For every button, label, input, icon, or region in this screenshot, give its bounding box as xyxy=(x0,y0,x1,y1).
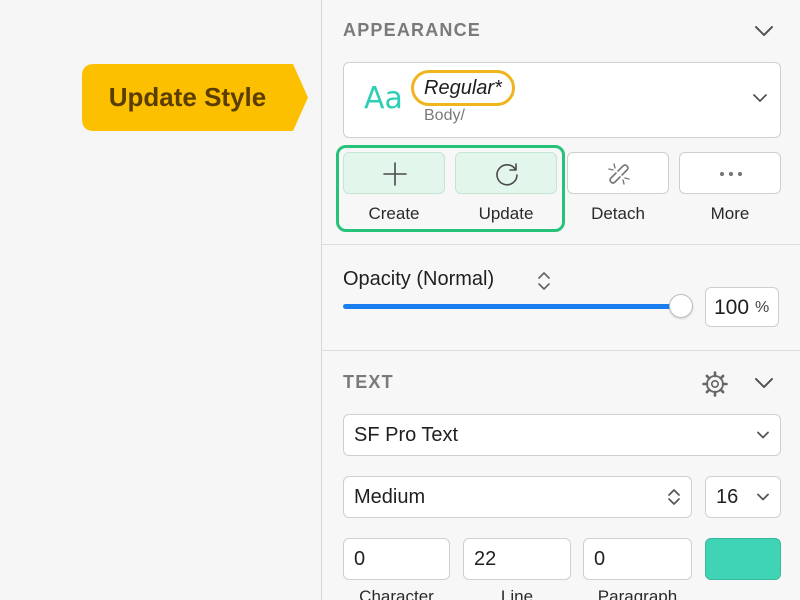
opacity-value: 100 xyxy=(714,296,750,319)
blend-mode-stepper-icon[interactable] xyxy=(536,268,552,294)
update-label: Update xyxy=(478,204,534,223)
inspector-panel: APPEARANCE Aa Regular* Body/ Create Upda… xyxy=(321,0,800,600)
up-down-chevron-icon xyxy=(668,489,680,505)
refresh-icon xyxy=(496,163,518,186)
style-preview: Aa xyxy=(364,81,403,116)
detach-label: Detach xyxy=(591,204,645,223)
line-height-value: 22 xyxy=(474,548,497,570)
detach-style-button[interactable] xyxy=(567,152,669,194)
update-style-callout: Update Style xyxy=(82,64,308,131)
section-divider xyxy=(322,244,800,245)
opacity-slider-track[interactable] xyxy=(343,304,681,309)
opacity-unit: % xyxy=(755,299,770,316)
character-spacing-value: 0 xyxy=(354,548,366,570)
canvas-area: Update Style xyxy=(0,0,321,600)
update-style-button[interactable] xyxy=(455,152,557,194)
paragraph-label: Paragraph xyxy=(597,587,678,600)
section-divider xyxy=(322,350,800,351)
text-style-selector[interactable]: Aa Regular* Body/ xyxy=(343,62,781,138)
opacity-mode-label[interactable]: Opacity (Normal) xyxy=(343,268,494,291)
create-label: Create xyxy=(368,204,420,223)
style-path: Body/ xyxy=(424,107,465,124)
character-label: Character xyxy=(359,587,434,600)
font-family-value: SF Pro Text xyxy=(354,424,459,446)
character-spacing-input[interactable]: 0 xyxy=(343,538,450,580)
chevron-down-icon xyxy=(757,431,769,439)
unlink-icon xyxy=(608,163,630,185)
more-options-button[interactable] xyxy=(679,152,781,194)
more-icon xyxy=(719,171,743,177)
line-height-input[interactable]: 22 xyxy=(463,538,571,580)
text-color-swatch[interactable] xyxy=(705,538,781,580)
text-section-title: TEXT xyxy=(343,372,394,392)
paragraph-spacing-value: 0 xyxy=(594,548,606,570)
style-name: Regular* xyxy=(411,70,515,106)
text-collapse-chevron-icon[interactable] xyxy=(753,372,775,394)
line-label: Line xyxy=(500,587,534,600)
font-weight-select[interactable]: Medium xyxy=(343,476,692,518)
paragraph-spacing-input[interactable]: 0 xyxy=(583,538,692,580)
more-label: More xyxy=(710,204,750,223)
opacity-input[interactable]: 100 % xyxy=(705,287,779,327)
chevron-down-icon xyxy=(757,493,769,501)
callout-label: Update Style xyxy=(108,82,267,112)
appearance-section-title: APPEARANCE xyxy=(343,20,482,40)
create-style-button[interactable] xyxy=(343,152,445,194)
font-family-select[interactable]: SF Pro Text xyxy=(343,414,781,456)
font-weight-value: Medium xyxy=(354,486,426,508)
chevron-down-icon xyxy=(753,94,767,102)
opacity-slider-thumb[interactable] xyxy=(669,294,693,318)
font-size-select[interactable]: 16 xyxy=(705,476,781,518)
plus-icon xyxy=(383,162,407,186)
gear-icon[interactable] xyxy=(702,371,728,397)
font-size-value: 16 xyxy=(716,486,739,508)
appearance-collapse-chevron-icon[interactable] xyxy=(753,20,775,42)
